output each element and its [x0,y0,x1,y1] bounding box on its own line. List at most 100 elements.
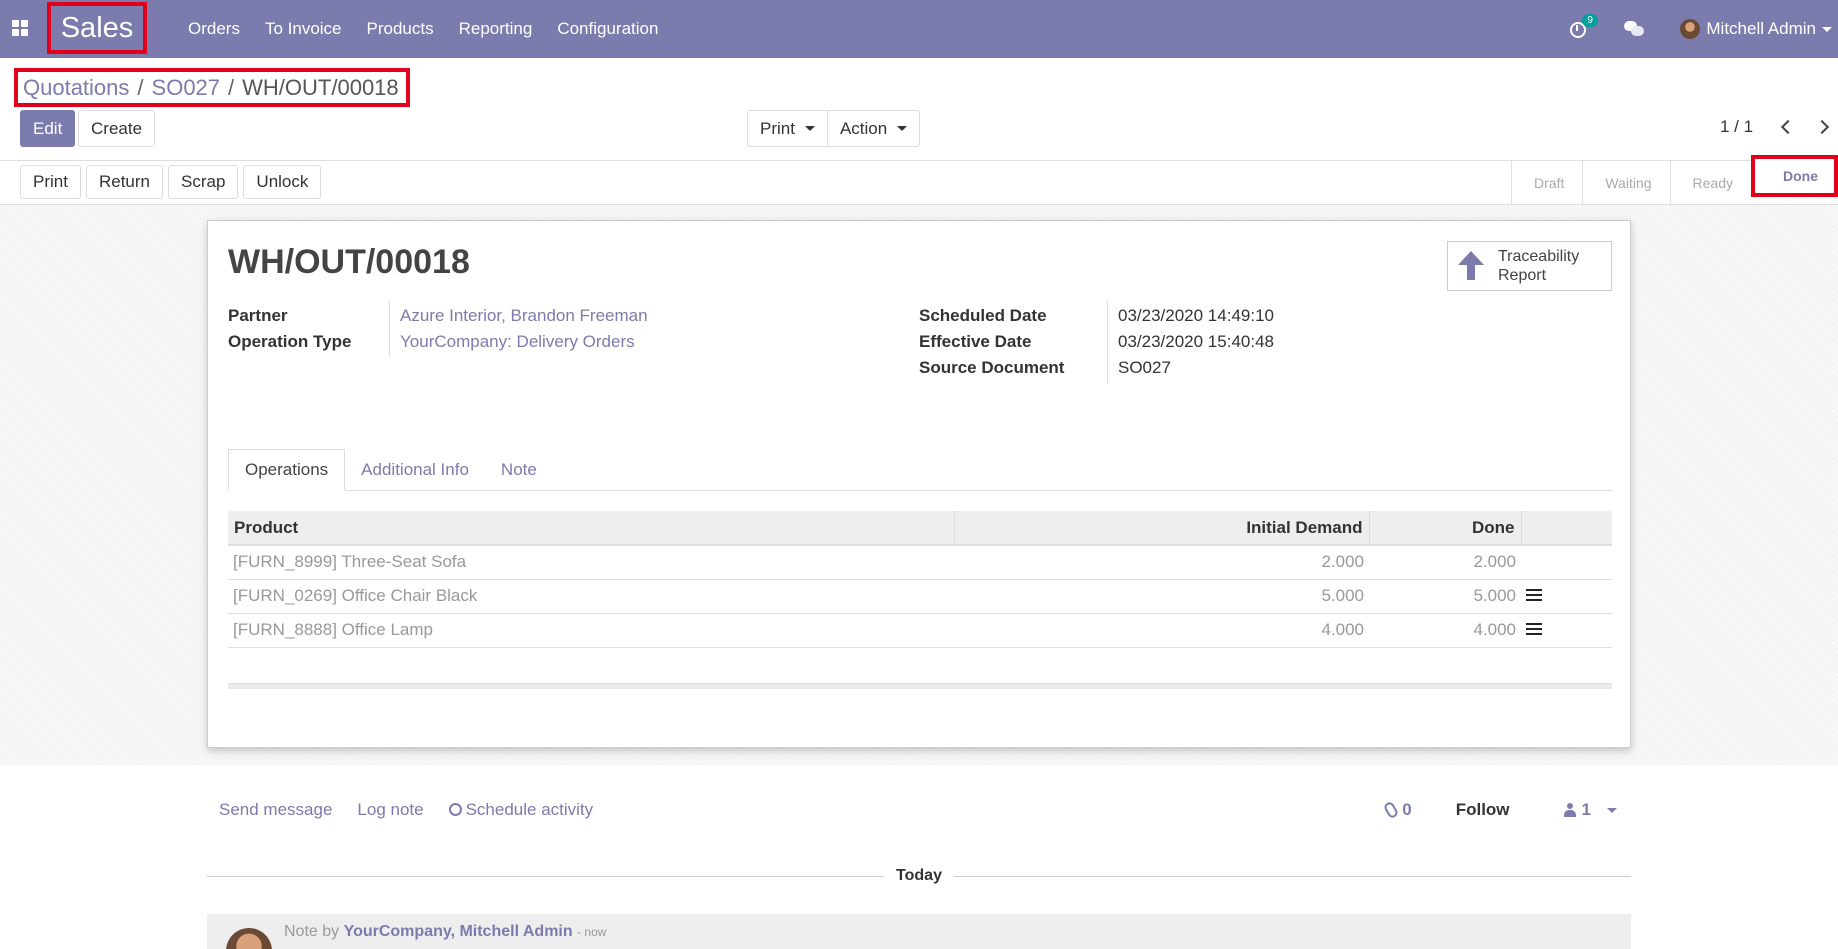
col-done[interactable]: Done [1369,511,1522,546]
user-avatar[interactable] [1680,19,1701,39]
row-done: 4.000 [1369,613,1521,648]
list-details-icon[interactable] [1526,623,1542,635]
menu-orders[interactable]: Orders [188,19,240,39]
chatter-actions: 0 Follow 1 [1382,790,1631,830]
pager: 1 / 1 [1720,117,1830,137]
author-avatar[interactable] [226,928,272,949]
apps-menu-icon[interactable] [12,20,28,36]
row-product: [FURN_0269] Office Chair Black [228,579,954,614]
col-details [1521,511,1612,546]
table-row[interactable]: [FURN_8999] Three-Seat Sofa 2.000 2.000 [228,545,1612,580]
unlock-button[interactable]: Unlock [243,165,322,199]
breadcrumb-order[interactable]: SO027 [152,75,221,101]
chatter-topbar: Send message Log note Schedule activity … [207,790,1631,830]
col-initial-demand[interactable]: Initial Demand [954,511,1370,546]
message-author[interactable]: YourCompany, Mitchell Admin [344,923,573,940]
paperclip-icon[interactable] [1382,800,1400,820]
message-prefix: Note by [284,922,340,940]
app-name[interactable]: Sales [47,2,147,54]
caret-down-icon [897,126,908,131]
row-details [1521,613,1612,648]
pager-value[interactable]: 1 / 1 [1720,117,1753,137]
row-demand: 2.000 [954,545,1369,580]
row-details [1521,579,1612,614]
table-row[interactable]: [FURN_8888] Office Lamp 4.000 4.000 [228,613,1612,648]
return-button[interactable]: Return [85,165,163,199]
follow-button[interactable]: Follow [1456,800,1510,820]
breadcrumb-current: WH/OUT/00018 [242,74,399,100]
systray: 9 Mitchell Admin [1568,0,1838,58]
table-footer [228,683,1612,689]
menu-to-invoice[interactable]: To Invoice [265,19,342,39]
tab-additional-info[interactable]: Additional Info [345,449,485,491]
row-details [1521,545,1612,580]
form-statusbar: Print Return Scrap Unlock Draft Waiting … [0,155,1838,205]
form-sheet: WH/OUT/00018 Traceability Report Partner… [207,220,1631,748]
row-done: 5.000 [1369,579,1521,614]
source-document-label: Source Document [919,358,1065,377]
row-product: [FURN_8999] Three-Seat Sofa [228,545,954,580]
followers-caret-icon[interactable] [1607,807,1617,813]
action-dropdown-label: Action [839,118,888,138]
stage-done[interactable]: Done [1751,155,1838,197]
table-header: Product Initial Demand Done [228,511,1612,546]
action-dropdown[interactable]: Action [827,110,921,147]
operations-table: Product Initial Demand Done [FURN_8999] … [228,511,1612,648]
tab-operations[interactable]: Operations [228,449,346,491]
traceability-report-label: Traceability Report [1498,248,1580,284]
send-message-button[interactable]: Send message [219,800,332,820]
print-dropdown[interactable]: Print [747,110,828,147]
stage-ready[interactable]: Ready [1669,161,1751,205]
action-dropdowns: Print Action [747,110,921,147]
source-document-value: SO027 [1107,353,1171,383]
date-separator-label: Today [896,867,942,884]
stage-waiting[interactable]: Waiting [1582,161,1669,205]
top-navbar: Sales Orders To Invoice Products Reporti… [0,0,1838,58]
log-note-button[interactable]: Log note [357,800,423,820]
activity-badge: 9 [1582,14,1598,27]
row-done: 2.000 [1369,545,1521,580]
operation-type-value[interactable]: YourCompany: Delivery Orders [389,327,635,357]
followers-count[interactable]: 1 [1582,800,1591,820]
main-menu: Orders To Invoice Products Reporting Con… [188,0,683,58]
row-product: [FURN_8888] Office Lamp [228,613,954,648]
message-header: Note by YourCompany, Mitchell Admin - no… [284,923,606,941]
list-details-icon[interactable] [1526,589,1542,601]
chevron-left-icon[interactable] [1781,119,1796,135]
user-icon[interactable] [1563,803,1576,817]
effective-date-label: Effective Date [919,332,1032,351]
table-row[interactable]: [FURN_0269] Office Chair Black 5.000 5.0… [228,579,1612,614]
caret-down-icon [804,126,815,131]
breadcrumb: Quotations / SO027 / WH/OUT/00018 [14,68,410,107]
notebook-tabs: Operations Additional Info Note [228,449,1612,491]
attachment-count[interactable]: 0 [1402,800,1411,820]
partner-label: Partner [228,306,288,325]
menu-configuration[interactable]: Configuration [557,19,658,39]
breadcrumb-quotations[interactable]: Quotations [23,75,129,101]
row-demand: 5.000 [954,579,1369,614]
activity-clock-icon[interactable]: 9 [1568,14,1598,40]
edit-button[interactable]: Edit [20,110,76,147]
date-separator: Today [207,866,1631,886]
form-buttons: Print Return Scrap Unlock [20,165,326,199]
scrap-button[interactable]: Scrap [168,165,239,199]
traceability-report-button[interactable]: Traceability Report [1447,241,1612,291]
stage-draft[interactable]: Draft [1511,161,1582,205]
tab-note[interactable]: Note [485,449,553,491]
print-dropdown-label: Print [760,118,795,138]
chevron-right-icon[interactable] [1815,119,1830,135]
schedule-activity-label: Schedule activity [465,800,594,819]
field-operation-type: Operation Type YourCompany: Delivery Ord… [228,327,635,357]
user-caret-icon[interactable] [1822,26,1832,32]
print-button[interactable]: Print [20,165,81,199]
chat-icon[interactable] [1624,20,1646,38]
menu-reporting[interactable]: Reporting [459,19,533,39]
schedule-activity-button[interactable]: Schedule activity [448,800,594,820]
menu-products[interactable]: Products [367,19,434,39]
create-button[interactable]: Create [78,110,156,147]
user-name[interactable]: Mitchell Admin [1706,19,1816,39]
col-product[interactable]: Product [228,511,955,546]
field-source-document: Source Document SO027 [919,353,1171,383]
record-title: WH/OUT/00018 [228,243,470,281]
message-time: - now [577,924,607,939]
